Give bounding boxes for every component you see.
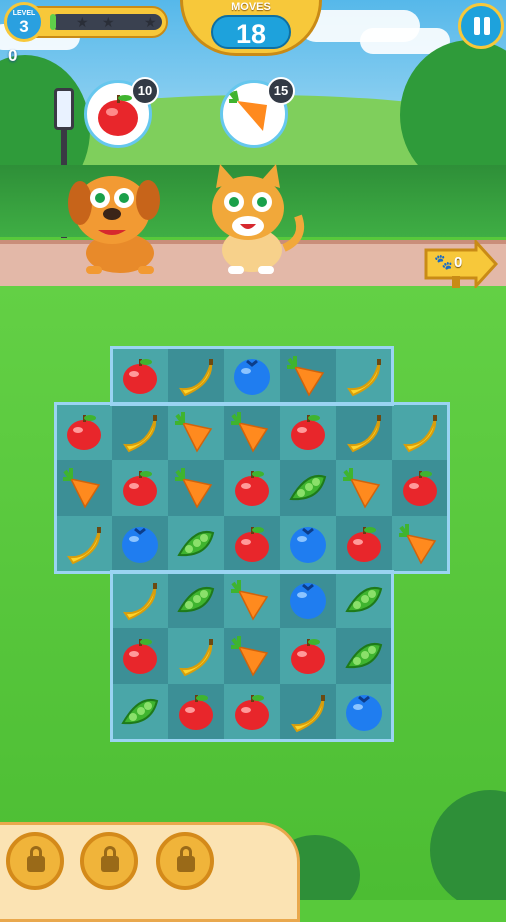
star-icon: ★ bbox=[76, 14, 89, 30]
collect-count: 0 bbox=[454, 254, 463, 271]
cat-character bbox=[212, 164, 305, 274]
pause-icon bbox=[484, 17, 490, 35]
score-progress: ★ ★ ★ bbox=[50, 14, 162, 30]
goal-apple: 10 bbox=[84, 77, 159, 148]
dog-character bbox=[68, 176, 160, 274]
score-progress-fill bbox=[50, 14, 56, 30]
lock-icon bbox=[27, 856, 45, 872]
board-frame bbox=[110, 570, 394, 742]
paw-icon: 🐾 bbox=[434, 254, 453, 271]
goal-count: 15 bbox=[267, 77, 295, 105]
board-frame bbox=[110, 346, 394, 406]
board-frame bbox=[54, 402, 450, 574]
lock-icon bbox=[101, 856, 119, 872]
lock-icon bbox=[177, 856, 195, 872]
level-badge: LEVEL 3 bbox=[4, 2, 44, 42]
goal-carrot: 15 bbox=[220, 77, 295, 148]
star-icon: ★ bbox=[144, 14, 157, 30]
moves-label: MOVES bbox=[231, 1, 271, 13]
score-value: 0 bbox=[8, 46, 18, 65]
level-progress-bar: LEVEL 3 ★ ★ ★ bbox=[4, 2, 168, 42]
star-icon: ★ bbox=[102, 14, 115, 30]
booster-slot-locked[interactable] bbox=[6, 832, 64, 890]
booster-slot-locked[interactable] bbox=[80, 832, 138, 890]
level-number: 3 bbox=[19, 17, 29, 36]
booster-slot-locked[interactable] bbox=[156, 832, 214, 890]
pause-icon bbox=[474, 17, 480, 35]
pause-button[interactable] bbox=[458, 3, 504, 49]
goal-count: 10 bbox=[131, 77, 159, 105]
moves-count: 18 bbox=[211, 15, 291, 49]
pet-collect-sign[interactable]: 🐾 0 bbox=[424, 238, 499, 290]
